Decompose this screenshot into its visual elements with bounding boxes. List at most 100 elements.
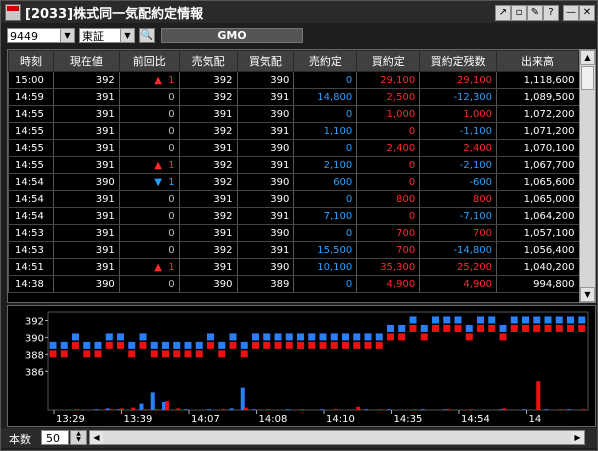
export-icon[interactable]: ↗ bbox=[495, 5, 511, 21]
column-header[interactable]: 前回比 bbox=[118, 50, 180, 72]
ask-marker bbox=[387, 324, 394, 332]
table-row[interactable]: 14:51 391 ▲ 1 391 390 10,100 35,300 25,200 1,040,… bbox=[8, 258, 579, 276]
bid-marker bbox=[105, 341, 113, 349]
table-row[interactable]: 14:54 391 0 392 391 7,100 0 -7,100 1,064,200 bbox=[8, 207, 579, 225]
up-arrow-icon: ▲ bbox=[154, 159, 162, 171]
y-tick-label: 392 bbox=[25, 316, 44, 327]
table-row[interactable]: 14:55 391 0 391 390 0 1,000 1,000 1,072,200 bbox=[8, 105, 579, 123]
table-header-row: 時刻 現在値 前回比 売気配 買気配 売約定 買約定 買約定残数 出来高 bbox=[8, 50, 579, 72]
table-cell-sell: 15,500 bbox=[293, 241, 357, 259]
volume-bar-buy bbox=[165, 401, 169, 410]
table-cell-sell: 14,800 bbox=[293, 88, 357, 106]
change-value: 1 bbox=[168, 261, 175, 273]
bid-marker bbox=[274, 341, 282, 349]
close-icon[interactable]: ✕ bbox=[579, 5, 595, 21]
table-row[interactable]: 14:55 391 0 391 390 0 2,400 2,400 1,070,100 bbox=[8, 139, 579, 157]
column-header[interactable]: 買約定 bbox=[356, 50, 421, 72]
table-cell-net: 800 bbox=[419, 190, 497, 208]
scroll-down-icon[interactable]: ▼ bbox=[580, 287, 595, 302]
column-header[interactable]: 買約定残数 bbox=[419, 50, 498, 72]
y-tick-label: 390 bbox=[25, 333, 44, 344]
table-row[interactable]: 14:59 391 0 392 391 14,800 2,500 -12,300 1,089,5… bbox=[8, 88, 579, 106]
scroll-thumb[interactable] bbox=[581, 66, 594, 90]
table-cell-vol: 1,056,400 bbox=[496, 241, 579, 259]
vertical-scrollbar[interactable]: ▲ ▼ bbox=[579, 49, 596, 303]
table-row[interactable]: 14:53 391 0 392 391 15,500 700 -14,800 1,056,400 bbox=[8, 241, 579, 259]
bid-marker bbox=[128, 350, 136, 358]
table-cell-time: 14:38 bbox=[8, 275, 54, 293]
ask-marker bbox=[533, 316, 541, 324]
volume-bar-ask bbox=[252, 409, 256, 410]
table-row[interactable]: 14:54 391 0 391 390 0 800 800 1,065,000 bbox=[8, 190, 579, 208]
volume-bar-buy bbox=[243, 407, 248, 410]
volume-bar-buy bbox=[468, 409, 473, 410]
horizontal-scrollbar[interactable]: ◀ ▶ bbox=[89, 430, 585, 445]
column-header[interactable]: 時刻 bbox=[8, 50, 54, 72]
count-spinner[interactable]: ▲ ▼ bbox=[70, 430, 87, 445]
ask-marker bbox=[128, 341, 136, 349]
table-cell-ask: 391 bbox=[178, 224, 238, 242]
market-combo[interactable]: 東証 ▼ bbox=[79, 28, 135, 43]
app-icon[interactable] bbox=[5, 4, 21, 21]
minimize-icon[interactable]: — bbox=[563, 5, 579, 21]
volume-bar-ask bbox=[285, 409, 290, 410]
scroll-left-icon[interactable]: ◀ bbox=[90, 431, 103, 444]
table-cell-sell: 0 bbox=[293, 224, 357, 242]
bid-marker bbox=[353, 341, 361, 349]
table-row[interactable]: 15:00 392 ▲ 1 392 390 0 29,100 29,100 1,118,600 bbox=[8, 71, 579, 89]
table-cell-bid: 390 bbox=[236, 105, 294, 123]
count-input[interactable]: 50 bbox=[41, 430, 69, 445]
bid-marker bbox=[409, 324, 417, 332]
bid-marker bbox=[285, 341, 293, 349]
table-cell-time: 14:53 bbox=[8, 224, 54, 242]
table-cell-buy: 800 bbox=[356, 190, 420, 208]
table-cell-price: 391 bbox=[52, 241, 120, 259]
volume-bar-buy bbox=[131, 407, 136, 410]
table-cell-vol: 1,067,700 bbox=[496, 156, 579, 174]
chevron-down-icon[interactable]: ▼ bbox=[60, 29, 74, 42]
volume-bar-buy bbox=[536, 381, 541, 410]
title-bar[interactable]: [2033]株式同一気配約定情報 ↗ ▫ ✎? — ✕ bbox=[1, 1, 597, 23]
volume-bar-buy bbox=[333, 409, 338, 410]
bid-marker bbox=[139, 341, 147, 349]
bid-marker bbox=[252, 341, 259, 349]
volume-bar-buy bbox=[108, 409, 113, 410]
stock-code-combo[interactable]: 9449 ▼ bbox=[7, 28, 75, 43]
column-header[interactable]: 売約定 bbox=[293, 50, 358, 72]
column-header[interactable]: 売気配 bbox=[178, 50, 238, 72]
ask-marker bbox=[454, 316, 462, 324]
bottom-bar: 本数 50 ▲ ▼ ◀ ▶ bbox=[1, 428, 597, 448]
table-cell-ask: 391 bbox=[178, 139, 238, 157]
table-row[interactable]: 14:55 391 ▲ 1 392 391 2,100 0 -2,100 1,067,700 bbox=[8, 156, 579, 174]
table-row[interactable]: 14:54 390 ▼ 1 392 390 600 0 -600 1,065,600 bbox=[8, 173, 579, 191]
search-icon[interactable]: 🔍 bbox=[139, 28, 155, 43]
change-value: 0 bbox=[168, 227, 175, 239]
table-cell-buy: 700 bbox=[356, 241, 420, 259]
pin-icon[interactable]: ✎ bbox=[527, 5, 543, 21]
column-header[interactable]: 現在値 bbox=[52, 50, 120, 72]
chevron-down-icon[interactable]: ▼ bbox=[120, 29, 134, 42]
table-row[interactable]: 14:38 390 0 390 389 0 4,900 4,900 994,800 bbox=[8, 275, 579, 293]
window-title: [2033]株式同一気配約定情報 bbox=[25, 7, 204, 22]
column-header[interactable]: 買気配 bbox=[236, 50, 295, 72]
bid-marker bbox=[443, 324, 451, 332]
table-cell-bid: 391 bbox=[236, 156, 294, 174]
bid-marker bbox=[297, 341, 304, 349]
trades-table-area: 時刻 現在値 前回比 売気配 買気配 売約定 買約定 買約定残数 出来高 15:00 392 ▲ 1 3… bbox=[7, 49, 580, 303]
table-row[interactable]: 14:55 391 0 392 391 1,100 0 -1,100 1,071,200 bbox=[8, 122, 579, 140]
window-icon[interactable]: ▫ bbox=[511, 5, 527, 21]
help-icon[interactable]: ? bbox=[543, 5, 559, 21]
table-row[interactable]: 14:53 391 0 391 390 0 700 700 1,057,100 bbox=[8, 224, 579, 242]
table-cell-change: 0 bbox=[118, 207, 180, 225]
table-cell-time: 14:54 bbox=[8, 190, 54, 208]
table-cell-price: 391 bbox=[52, 122, 120, 140]
bid-marker bbox=[578, 324, 586, 332]
column-header[interactable]: 出来高 bbox=[496, 50, 579, 72]
table-cell-net: -2,100 bbox=[419, 156, 497, 174]
scroll-up-icon[interactable]: ▲ bbox=[580, 50, 595, 65]
volume-bar-buy bbox=[378, 409, 383, 410]
scroll-right-icon[interactable]: ▶ bbox=[571, 431, 584, 444]
ask-marker bbox=[72, 333, 79, 341]
table-cell-price: 390 bbox=[52, 173, 120, 191]
volume-bar-buy bbox=[446, 409, 451, 410]
